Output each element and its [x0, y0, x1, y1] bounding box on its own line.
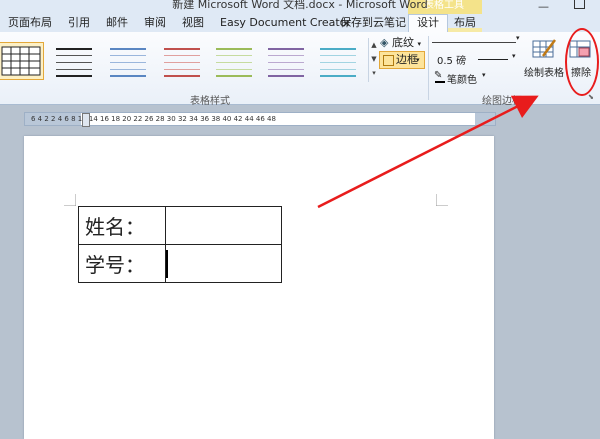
paint-bucket-icon: ◈: [380, 36, 389, 49]
chevron-down-icon: ▾: [417, 40, 421, 48]
document-table[interactable]: 姓名： 学号：: [78, 206, 282, 283]
table-cell-value[interactable]: [165, 206, 282, 245]
tab-design[interactable]: 设计: [408, 14, 448, 33]
table-style-teal[interactable]: [316, 42, 360, 78]
text-cursor: [166, 249, 168, 278]
table-row: 姓名：: [78, 206, 282, 245]
title-bar: 表格工具 新建 Microsoft Word 文档.docx - Microso…: [0, 0, 600, 14]
table-style-green[interactable]: [212, 42, 256, 78]
tab-review[interactable]: 审阅: [144, 15, 166, 31]
crop-mark-tl: [64, 194, 76, 206]
gallery-more-icon[interactable]: ▾: [369, 66, 379, 80]
tab-save-to-cloud-notes[interactable]: 保存到云笔记: [340, 15, 406, 31]
table-styles-group-label: 表格样式: [190, 96, 230, 107]
table-style-red[interactable]: [160, 42, 204, 78]
chevron-down-icon: ▾: [482, 71, 486, 79]
dialog-launcher-icon[interactable]: ⬊: [588, 93, 594, 101]
table-cell-label[interactable]: 学号：: [78, 244, 166, 283]
tab-page-layout[interactable]: 页面布局: [8, 15, 52, 31]
annotation-ellipse: [565, 28, 599, 96]
pen-style-select[interactable]: [432, 42, 516, 43]
tab-mailings[interactable]: 邮件: [106, 15, 128, 31]
borders-button[interactable]: 边框 ▾: [379, 51, 425, 69]
ribbon-tab-bar: 页面布局 引用 邮件 审阅 视图 Easy Document Creator 保…: [0, 14, 600, 46]
pen-weight-value: 0.5 磅: [437, 56, 467, 67]
shading-button[interactable]: ◈ 底纹 ▾: [380, 36, 421, 50]
document-page[interactable]: [24, 136, 494, 439]
indent-marker[interactable]: [82, 113, 90, 127]
pen-color-label: 笔颜色: [447, 75, 477, 86]
table-style-grid[interactable]: [0, 42, 44, 80]
table-cell-value[interactable]: [165, 244, 282, 283]
table-style-plain[interactable]: [52, 42, 96, 78]
draw-table-icon: [532, 39, 556, 58]
table-row: 学号：: [78, 244, 282, 283]
table-cell-label[interactable]: 姓名：: [78, 206, 166, 245]
ribbon: ▲ ▼ ▾ 表格样式 ◈ 底纹 ▾ 边框 ▾ ▾ 0.5 磅 ▾ ✎ 笔颜色 ▾…: [0, 32, 600, 107]
shading-label: 底纹: [391, 36, 414, 49]
gallery-scroll[interactable]: ▲ ▼ ▾: [368, 38, 379, 82]
pen-color-swatch: [435, 81, 445, 83]
pen-weight-select[interactable]: 0.5 磅 ▾: [432, 52, 518, 67]
chevron-down-icon: ▾: [512, 52, 516, 60]
tab-references[interactable]: 引用: [68, 15, 90, 31]
window-title: 新建 Microsoft Word 文档.docx - Microsoft Wo…: [172, 0, 428, 11]
ruler-ticks: 6 4 2 2 4 6 8 12 14 16 18 20 22 26 28 30…: [31, 115, 276, 123]
table-style-purple[interactable]: [264, 42, 308, 78]
tab-layout[interactable]: 布局: [454, 15, 476, 31]
chevron-down-icon[interactable]: ▾: [516, 34, 520, 42]
pen-weight-line: [478, 59, 508, 60]
draw-borders-group-label: 绘图边框: [482, 96, 522, 107]
grid-style-icon: [1, 46, 41, 76]
gallery-up-icon[interactable]: ▲: [369, 38, 379, 52]
pen-icon: ✎: [434, 70, 443, 81]
pen-color-button[interactable]: ✎ 笔颜色 ▾: [432, 70, 492, 86]
horizontal-ruler[interactable]: 6 4 2 2 4 6 8 12 14 16 18 20 22 26 28 30…: [24, 112, 496, 127]
borders-label: 边框: [396, 53, 418, 66]
table-style-blue[interactable]: [106, 42, 150, 78]
maximize-button[interactable]: [574, 0, 585, 9]
border-icon: [383, 55, 394, 66]
minimize-button[interactable]: —: [538, 0, 549, 13]
ruler-right-margin: [475, 113, 495, 125]
tab-easy-document-creator[interactable]: Easy Document Creator: [220, 15, 351, 31]
tab-view[interactable]: 视图: [182, 15, 204, 31]
crop-mark-tr: [436, 194, 448, 206]
group-separator: [428, 36, 429, 100]
chevron-down-icon: ▾: [416, 56, 420, 64]
gallery-down-icon[interactable]: ▼: [369, 52, 379, 66]
